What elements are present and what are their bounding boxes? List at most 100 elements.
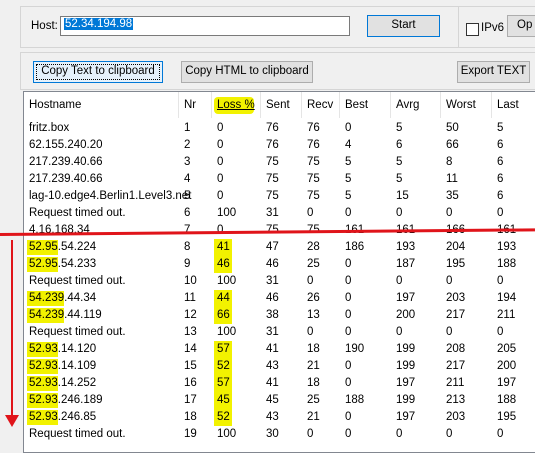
- options-button-label: Op: [517, 19, 533, 31]
- cell-avrg: 0: [396, 207, 403, 219]
- cell-avrg: 0: [396, 428, 403, 440]
- table-row[interactable]: 54.239.44.34 11 44 46 26 0 197 203 194: [24, 290, 535, 307]
- table-row[interactable]: 217.239.40.66 3 0 75 75 5 5 8 6: [24, 154, 535, 171]
- cell-recv: 0: [307, 207, 314, 219]
- export-text-button[interactable]: Export TEXT: [457, 61, 530, 83]
- cell-sent: 43: [266, 411, 279, 423]
- header-recv[interactable]: Recv: [302, 92, 340, 118]
- cell-last: 205: [497, 343, 517, 355]
- cell-recv: 75: [307, 173, 320, 185]
- cell-recv: 75: [307, 156, 320, 168]
- table-row[interactable]: 52.93.14.120 14 57 41 18 190 199 208 205: [24, 341, 535, 358]
- cell-loss: 100: [217, 207, 237, 219]
- cell-last: 211: [497, 309, 516, 321]
- cell-best: 4: [345, 139, 352, 151]
- cell-nr: 11: [184, 292, 196, 304]
- cell-best: 0: [345, 122, 352, 134]
- host-input[interactable]: 52.34.194.98: [60, 16, 350, 36]
- header-loss[interactable]: Loss %: [212, 92, 261, 118]
- table-row[interactable]: Request timed out. 19 100 30 0 0 0 0 0: [24, 426, 535, 443]
- cell-hostname: Request timed out.: [29, 275, 126, 287]
- cell-worst: 0: [446, 275, 453, 287]
- cell-best: 0: [345, 360, 352, 372]
- header-hostname[interactable]: Hostname: [24, 92, 179, 118]
- options-button[interactable]: Op: [507, 15, 535, 37]
- cell-worst: 11: [446, 173, 458, 185]
- cell-avrg: 199: [396, 343, 416, 355]
- header-sent[interactable]: Sent: [261, 92, 302, 118]
- table-row[interactable]: 52.93.246.85 18 52 43 21 0 197 203 195: [24, 409, 535, 426]
- cell-sent: 41: [266, 377, 279, 389]
- table-row[interactable]: 52.93.246.189 17 45 45 25 188 199 213 188: [24, 392, 535, 409]
- copy-html-button[interactable]: Copy HTML to clipboard: [181, 61, 313, 83]
- ipv6-checkbox[interactable]: [466, 23, 479, 36]
- cell-last: 0: [497, 275, 504, 287]
- cell-loss: 44: [217, 292, 230, 304]
- table-row[interactable]: 217.239.40.66 4 0 75 75 5 5 11 6: [24, 171, 535, 188]
- cell-hostname: 217.239.40.66: [29, 173, 103, 185]
- cell-best: 0: [345, 326, 352, 338]
- table-row[interactable]: 52.93.14.109 15 52 43 21 0 199 217 200: [24, 358, 535, 375]
- cell-worst: 8: [446, 156, 453, 168]
- table-row[interactable]: 62.155.240.20 2 0 76 76 4 6 66 6: [24, 137, 535, 154]
- cell-worst: 203: [446, 411, 466, 423]
- table-row[interactable]: 52.95.54.224 8 41 47 28 186 193 204 193: [24, 239, 535, 256]
- cell-worst: 204: [446, 241, 466, 253]
- cell-nr: 2: [184, 139, 191, 151]
- cell-recv: 0: [307, 428, 314, 440]
- cell-nr: 5: [184, 190, 191, 202]
- cell-worst: 217: [446, 360, 466, 372]
- cell-sent: 46: [266, 292, 279, 304]
- cell-nr: 13: [184, 326, 197, 338]
- table-row[interactable]: 52.93.14.252 16 57 41 18 0 197 211 197: [24, 375, 535, 392]
- cell-hostname: 217.239.40.66: [29, 156, 103, 168]
- cell-nr: 19: [184, 428, 197, 440]
- table-row[interactable]: lag-10.edge4.Berlin1.Level3.net 5 0 75 75 5 15…: [24, 188, 535, 205]
- results-list[interactable]: Hostname Nr Loss % Sent Recv Best Avrg Worst Las…: [23, 91, 535, 453]
- table-row[interactable]: Request timed out. 13 100 31 0 0 0 0 0: [24, 324, 535, 341]
- cell-avrg: 199: [396, 394, 416, 406]
- table-row[interactable]: Request timed out. 10 100 31 0 0 0 0 0: [24, 273, 535, 290]
- header-avrg[interactable]: Avrg: [391, 92, 441, 118]
- cell-avrg: 187: [396, 258, 416, 270]
- start-button[interactable]: Start: [367, 15, 440, 37]
- annotation-arrow-shaft: [11, 240, 13, 420]
- cell-loss: 0: [217, 122, 224, 134]
- ipv6-label: IPv6: [481, 22, 505, 34]
- table-row[interactable]: 54.239.44.119 12 66 38 13 0 200 217 211: [24, 307, 535, 324]
- cell-best: 0: [345, 275, 352, 287]
- cell-best: 5: [345, 190, 352, 202]
- cell-last: 0: [497, 428, 504, 440]
- header-last[interactable]: Last: [492, 92, 535, 118]
- cell-sent: 75: [266, 190, 279, 202]
- cell-nr: 4: [184, 173, 191, 185]
- cell-sent: 76: [266, 139, 279, 151]
- table-row[interactable]: Request timed out. 6 100 31 0 0 0 0 0: [24, 205, 535, 222]
- cell-hostname: 52.93.14.109: [29, 360, 97, 372]
- cell-hostname: Request timed out.: [29, 207, 126, 219]
- cell-nr: 12: [184, 309, 197, 321]
- cell-nr: 6: [184, 207, 191, 219]
- cell-loss: 66: [217, 309, 230, 321]
- cell-hostname: 52.93.14.252: [29, 377, 97, 389]
- cell-best: 0: [345, 309, 352, 321]
- cell-loss: 41: [217, 241, 230, 253]
- header-worst[interactable]: Worst: [441, 92, 492, 118]
- table-row[interactable]: fritz.box 1 0 76 76 0 5 50 5: [24, 120, 535, 137]
- cell-avrg: 5: [396, 156, 403, 168]
- header-best[interactable]: Best: [340, 92, 391, 118]
- cell-hostname: 62.155.240.20: [29, 139, 103, 151]
- cell-sent: 75: [266, 173, 279, 185]
- table-row[interactable]: 52.95.54.233 9 46 46 25 0 187 195 188: [24, 256, 535, 273]
- cell-avrg: 199: [396, 360, 416, 372]
- cell-hostname: Request timed out.: [29, 326, 126, 338]
- cell-last: 5: [497, 122, 504, 134]
- copy-text-button[interactable]: Copy Text to clipboard: [33, 61, 163, 83]
- cell-best: 0: [345, 292, 352, 304]
- copy-text-focus-rect: [36, 64, 160, 80]
- cell-avrg: 193: [396, 241, 416, 253]
- cell-hostname: lag-10.edge4.Berlin1.Level3.net: [29, 190, 192, 202]
- cell-hostname: 52.93.246.189: [29, 394, 103, 406]
- header-nr[interactable]: Nr: [179, 92, 212, 118]
- cell-hostname: fritz.box: [29, 122, 70, 134]
